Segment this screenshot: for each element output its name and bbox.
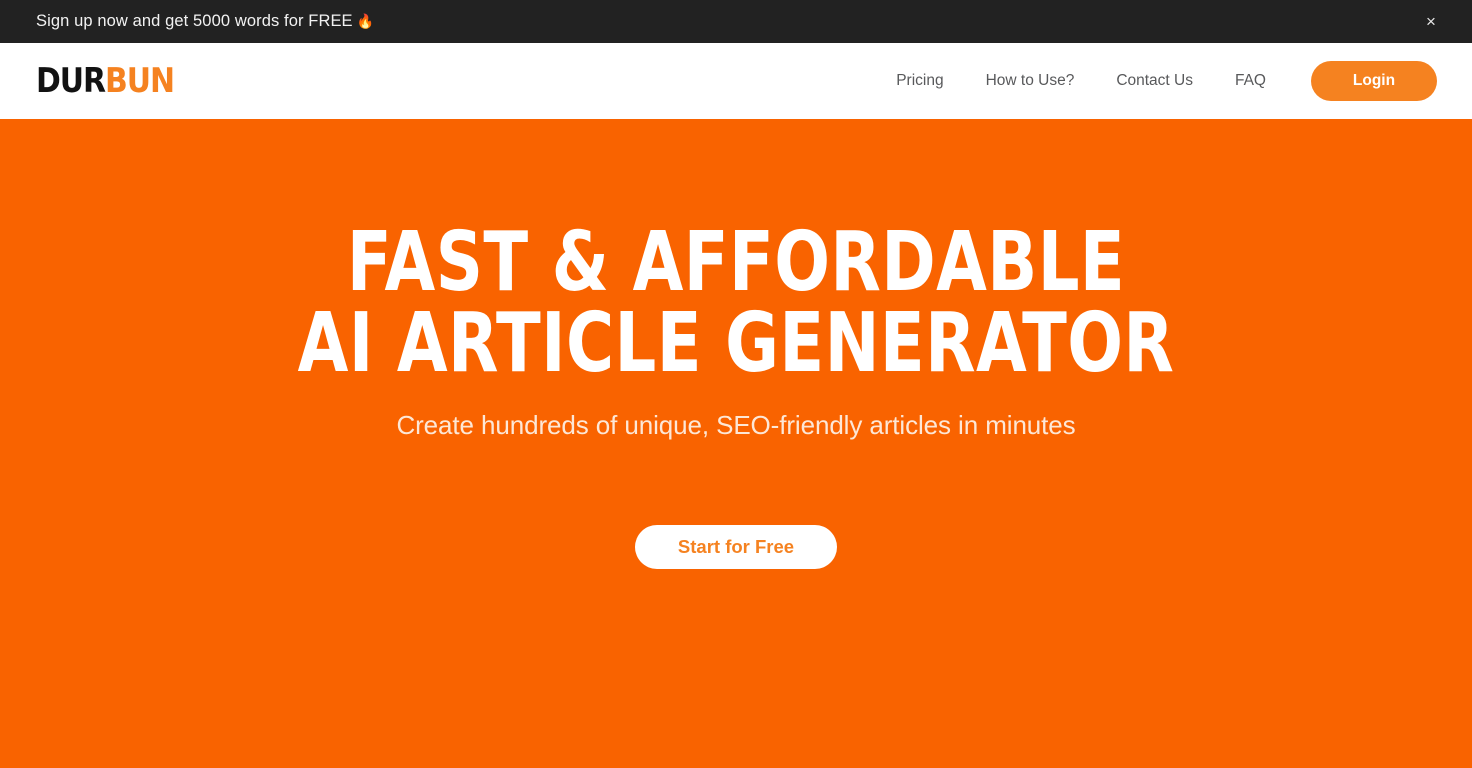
start-for-free-button[interactable]: Start for Free [635,525,837,570]
brand-logo-part1: DUR [36,61,106,101]
nav-link-how-to-use[interactable]: How to Use? [965,64,1096,98]
nav-link-pricing[interactable]: Pricing [875,64,964,98]
brand-logo-part2: BUN [105,61,175,101]
login-button[interactable]: Login [1311,61,1437,101]
nav-link-faq[interactable]: FAQ [1214,64,1287,98]
site-header: DURBUN Pricing How to Use? Contact Us FA… [0,43,1472,119]
hero-title-line-2: AI ARTICLE GENERATOR [297,296,1175,392]
brand-logo[interactable]: DURBUN [36,61,175,101]
hero-section: FAST & AFFORDABLE AI ARTICLE GENERATOR C… [0,119,1472,768]
promo-banner: Sign up now and get 5000 words for FREE … [0,0,1472,43]
main-navigation: Pricing How to Use? Contact Us FAQ Login [875,61,1437,101]
close-icon[interactable]: × [1420,11,1442,33]
nav-link-contact-us[interactable]: Contact Us [1095,64,1214,98]
promo-banner-text: Sign up now and get 5000 words for FREE [36,12,353,30]
hero-subtitle: Create hundreds of unique, SEO-friendly … [396,410,1076,441]
page-title: FAST & AFFORDABLE AI ARTICLE GENERATOR [147,215,1325,392]
hero-cta-container: Start for Free [0,525,1472,570]
hero-title-line-1: FAST & AFFORDABLE [346,215,1126,310]
fire-icon: 🔥 [356,13,375,29]
